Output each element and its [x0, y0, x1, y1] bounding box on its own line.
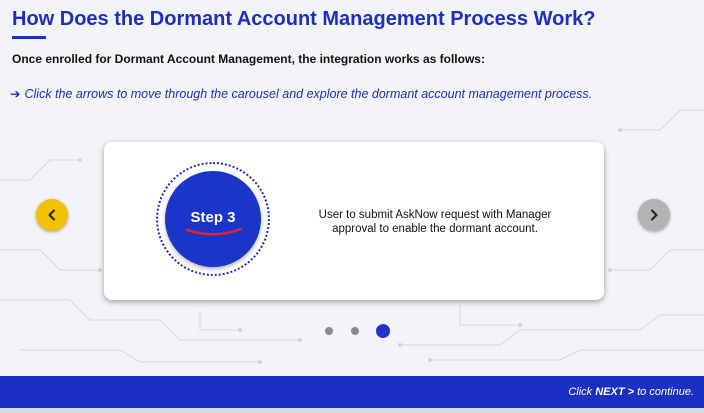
step-badge: Step 3 [165, 171, 261, 267]
step-description: User to submit AskNow request with Manag… [318, 209, 552, 235]
carousel-instruction: ➔ Click the arrows to move through the ca… [10, 86, 592, 101]
footer-next-label: NEXT > [595, 386, 635, 398]
pagination-dot-2[interactable] [351, 327, 359, 335]
pagination-dot-1[interactable] [325, 327, 333, 335]
footer-bottom-strip [0, 408, 704, 413]
swoosh-underline-icon [185, 227, 243, 236]
footer-suffix: to continue. [637, 386, 694, 398]
chevron-right-icon [651, 209, 658, 221]
carousel-next-button[interactable] [638, 199, 670, 231]
chevron-left-icon [48, 209, 55, 221]
step-label: Step 3 [190, 209, 236, 226]
page-title: How Does the Dormant Account Management … [12, 8, 596, 30]
footer-bar: Click NEXT > to continue. [0, 376, 704, 408]
carousel-prev-button[interactable] [36, 199, 68, 231]
instruction-text: Click the arrows to move through the car… [24, 87, 593, 101]
title-underline [12, 36, 46, 39]
intro-text: Once enrolled for Dormant Account Manage… [12, 52, 485, 66]
pagination-dot-3-active[interactable] [376, 324, 390, 338]
arrow-right-icon: ➔ [10, 87, 21, 101]
carousel-slide-card: Step 3 User to submit AskNow request wit… [104, 142, 604, 300]
footer-continue-hint: Click NEXT > to continue. [568, 386, 694, 398]
footer-prefix: Click [568, 386, 593, 398]
